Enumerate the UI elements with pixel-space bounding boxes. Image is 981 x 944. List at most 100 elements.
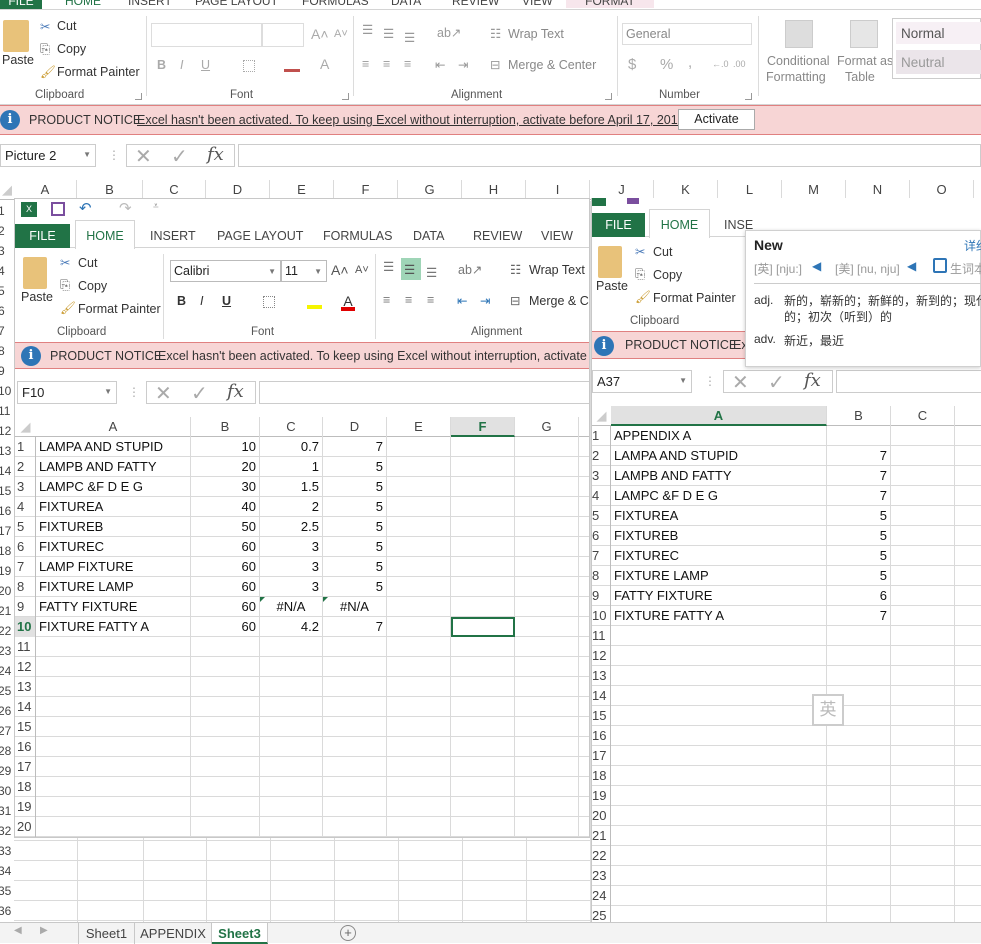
cell[interactable] xyxy=(36,797,191,817)
col-header[interactable]: M xyxy=(782,180,846,200)
cell[interactable] xyxy=(451,557,515,577)
bold-button[interactable]: B xyxy=(157,58,166,72)
cell[interactable]: 7 xyxy=(323,617,387,637)
cell[interactable]: 1.5 xyxy=(260,477,323,497)
cell[interactable] xyxy=(955,886,981,906)
cell[interactable]: #N/A xyxy=(260,597,323,617)
cancel-icon[interactable]: ✕ xyxy=(135,144,152,169)
cell[interactable] xyxy=(891,566,955,586)
speaker-icon[interactable]: ◀ xyxy=(907,259,916,273)
cell[interactable] xyxy=(451,537,515,557)
row-header[interactable]: 15 xyxy=(15,717,36,737)
font-name-dropdown[interactable]: Calibri ▼ xyxy=(170,260,281,282)
row-header[interactable]: 19 xyxy=(0,561,11,581)
cell[interactable] xyxy=(955,686,981,706)
orientation-icon[interactable]: ab↗ xyxy=(458,262,482,277)
cell[interactable] xyxy=(451,457,515,477)
align-right-icon[interactable]: ≡ xyxy=(427,293,434,307)
row-header[interactable]: 4 xyxy=(0,261,5,281)
cell[interactable] xyxy=(515,737,579,757)
borders-icon[interactable] xyxy=(243,60,255,72)
cancel-icon[interactable]: ✕ xyxy=(732,370,749,395)
cell[interactable] xyxy=(827,906,891,922)
cell[interactable] xyxy=(387,557,451,577)
row-header[interactable]: 25 xyxy=(592,906,611,922)
cell[interactable]: 7 xyxy=(827,466,891,486)
formula-input[interactable] xyxy=(259,381,589,404)
sheet-tab-appendix[interactable]: APPENDIX xyxy=(135,923,212,944)
cell[interactable] xyxy=(260,717,323,737)
cell[interactable] xyxy=(611,766,827,786)
cell[interactable] xyxy=(827,646,891,666)
align-center-icon[interactable]: ≡ xyxy=(405,293,412,307)
cell[interactable] xyxy=(827,886,891,906)
activate-button[interactable]: Activate xyxy=(678,109,755,130)
row-header[interactable]: 15 xyxy=(0,481,11,501)
cut-button[interactable]: Cut xyxy=(653,245,672,259)
cell[interactable]: LAMPB AND FATTY xyxy=(611,466,827,486)
row-header[interactable]: 21 xyxy=(0,601,11,621)
row-header[interactable]: 14 xyxy=(15,697,36,717)
cell[interactable] xyxy=(515,697,579,717)
cell[interactable]: 60 xyxy=(191,617,260,637)
col-header[interactable]: H xyxy=(462,180,526,200)
cell[interactable] xyxy=(827,626,891,646)
cell[interactable]: 60 xyxy=(191,577,260,597)
col-header[interactable]: C xyxy=(143,180,206,200)
cell[interactable] xyxy=(191,757,260,777)
row-header[interactable]: 13 xyxy=(0,441,11,461)
cell[interactable] xyxy=(611,786,827,806)
tab-view[interactable]: VIEW xyxy=(541,229,573,243)
cell[interactable] xyxy=(451,677,515,697)
tab-page-layout[interactable]: PAGE LAYOUT xyxy=(217,229,303,243)
cell[interactable] xyxy=(260,697,323,717)
row-header[interactable]: 27 xyxy=(0,721,11,741)
redo-icon[interactable]: ↷ xyxy=(119,199,132,217)
tab-view[interactable]: VIEW xyxy=(522,0,553,8)
percent-button[interactable]: % xyxy=(660,56,673,73)
style-normal[interactable]: Normal xyxy=(896,22,981,44)
row-header[interactable]: 11 xyxy=(0,401,10,421)
middle-align-icon[interactable]: ☰ xyxy=(383,26,394,41)
add-sheet-icon[interactable]: + xyxy=(340,925,356,941)
cell[interactable]: 5 xyxy=(827,526,891,546)
row-header[interactable]: 5 xyxy=(15,517,36,537)
cell[interactable] xyxy=(891,626,955,646)
cell[interactable] xyxy=(611,726,827,746)
cell[interactable] xyxy=(579,617,589,637)
cell[interactable] xyxy=(827,426,891,446)
bottom-align-icon[interactable]: ☰ xyxy=(426,265,437,280)
row-header[interactable]: 13 xyxy=(592,666,611,686)
cell[interactable] xyxy=(451,777,515,797)
cell[interactable] xyxy=(611,646,827,666)
cell[interactable] xyxy=(827,666,891,686)
col-header[interactable]: E xyxy=(270,180,334,200)
cut-button[interactable]: Cut xyxy=(78,256,97,270)
cell[interactable] xyxy=(579,437,589,457)
row-header[interactable]: 26 xyxy=(0,701,11,721)
select-all-corner[interactable]: ◢ xyxy=(15,417,36,437)
font-color-icon[interactable]: A xyxy=(320,56,329,72)
row-header[interactable]: 13 xyxy=(15,677,36,697)
cell[interactable] xyxy=(579,717,589,737)
cell[interactable]: FATTY FIXTURE xyxy=(36,597,191,617)
currency-button[interactable]: $ xyxy=(628,56,636,73)
cell[interactable] xyxy=(387,737,451,757)
cell[interactable] xyxy=(579,777,589,797)
row-header[interactable]: 21 xyxy=(592,826,611,846)
tab-file[interactable]: FILE xyxy=(15,224,70,248)
cell[interactable] xyxy=(611,826,827,846)
cell[interactable] xyxy=(611,746,827,766)
align-center-icon[interactable]: ≡ xyxy=(383,57,390,71)
cell[interactable] xyxy=(891,766,955,786)
cell[interactable] xyxy=(955,866,981,886)
row-header[interactable]: 28 xyxy=(0,741,11,761)
cell[interactable] xyxy=(955,846,981,866)
cell[interactable] xyxy=(955,566,981,586)
cell[interactable] xyxy=(955,486,981,506)
col-header[interactable]: I xyxy=(526,180,590,200)
cell[interactable] xyxy=(891,706,955,726)
undo-icon[interactable]: ↶ xyxy=(79,199,92,217)
formula-input[interactable] xyxy=(238,144,981,167)
shrink-font-icon[interactable]: A˅ xyxy=(334,28,348,40)
